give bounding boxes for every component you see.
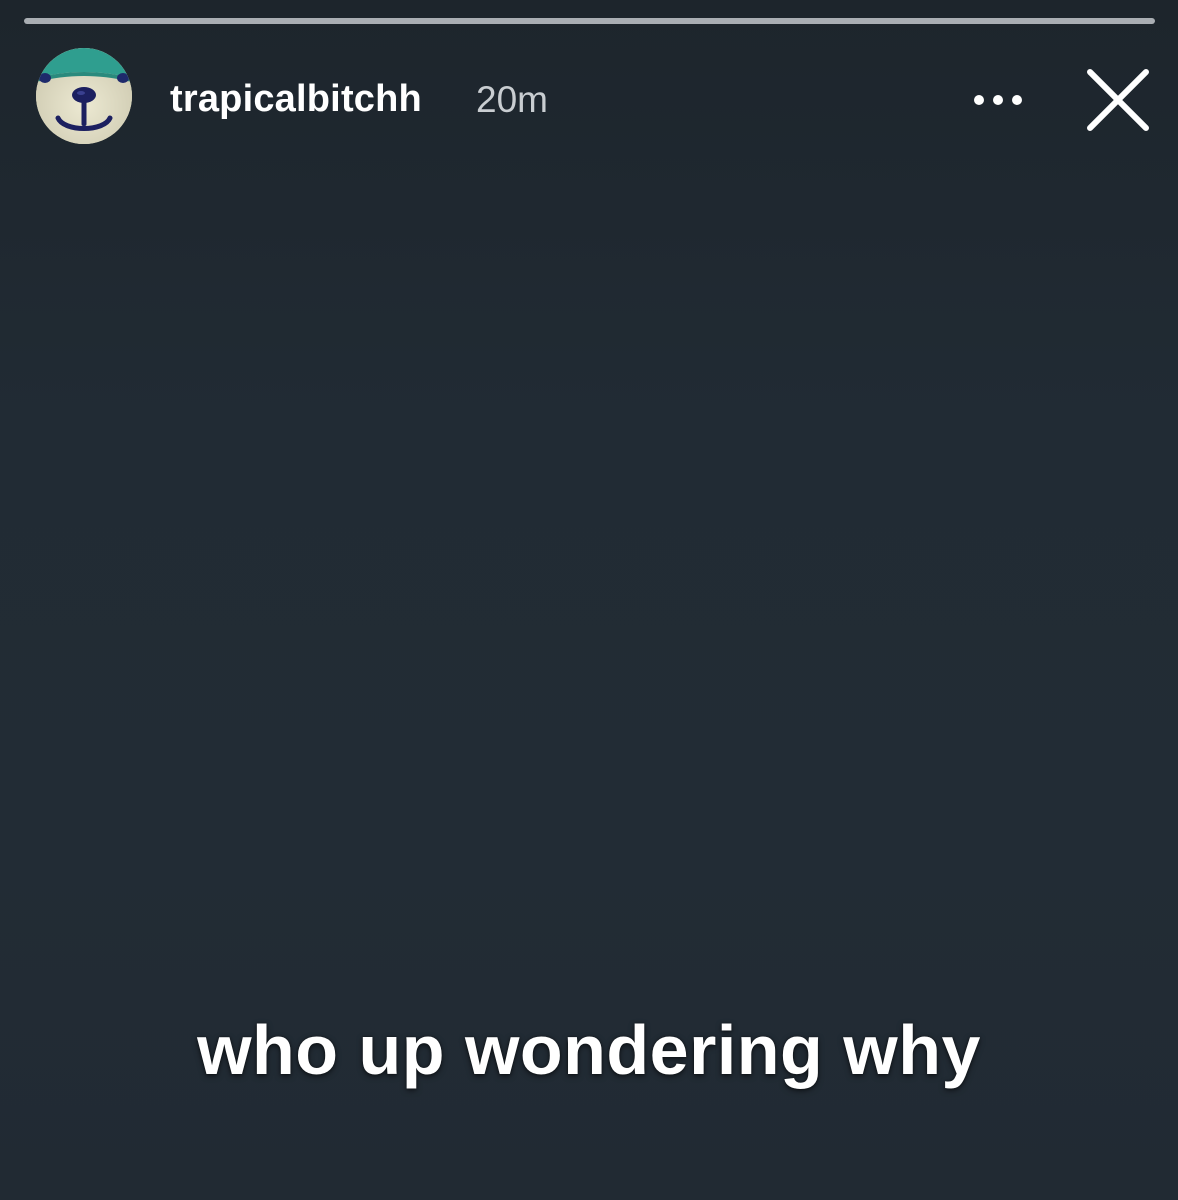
story-header: trapicalbitchh 20m (36, 48, 1156, 148)
otter-face-avatar-icon (36, 48, 132, 144)
story-viewer: trapicalbitchh 20m who up wondering why (0, 0, 1178, 1200)
story-progress-bar (24, 18, 1155, 24)
story-progress-fill (24, 18, 1155, 24)
username[interactable]: trapicalbitchh (170, 78, 422, 121)
close-button[interactable] (1082, 64, 1154, 136)
story-timestamp: 20m (476, 79, 548, 120)
story-caption: who up wondering why (197, 1011, 981, 1089)
more-options-button[interactable] (966, 78, 1030, 122)
close-icon (1087, 69, 1149, 131)
avatar[interactable] (36, 48, 132, 144)
more-horizontal-icon (974, 95, 1022, 105)
